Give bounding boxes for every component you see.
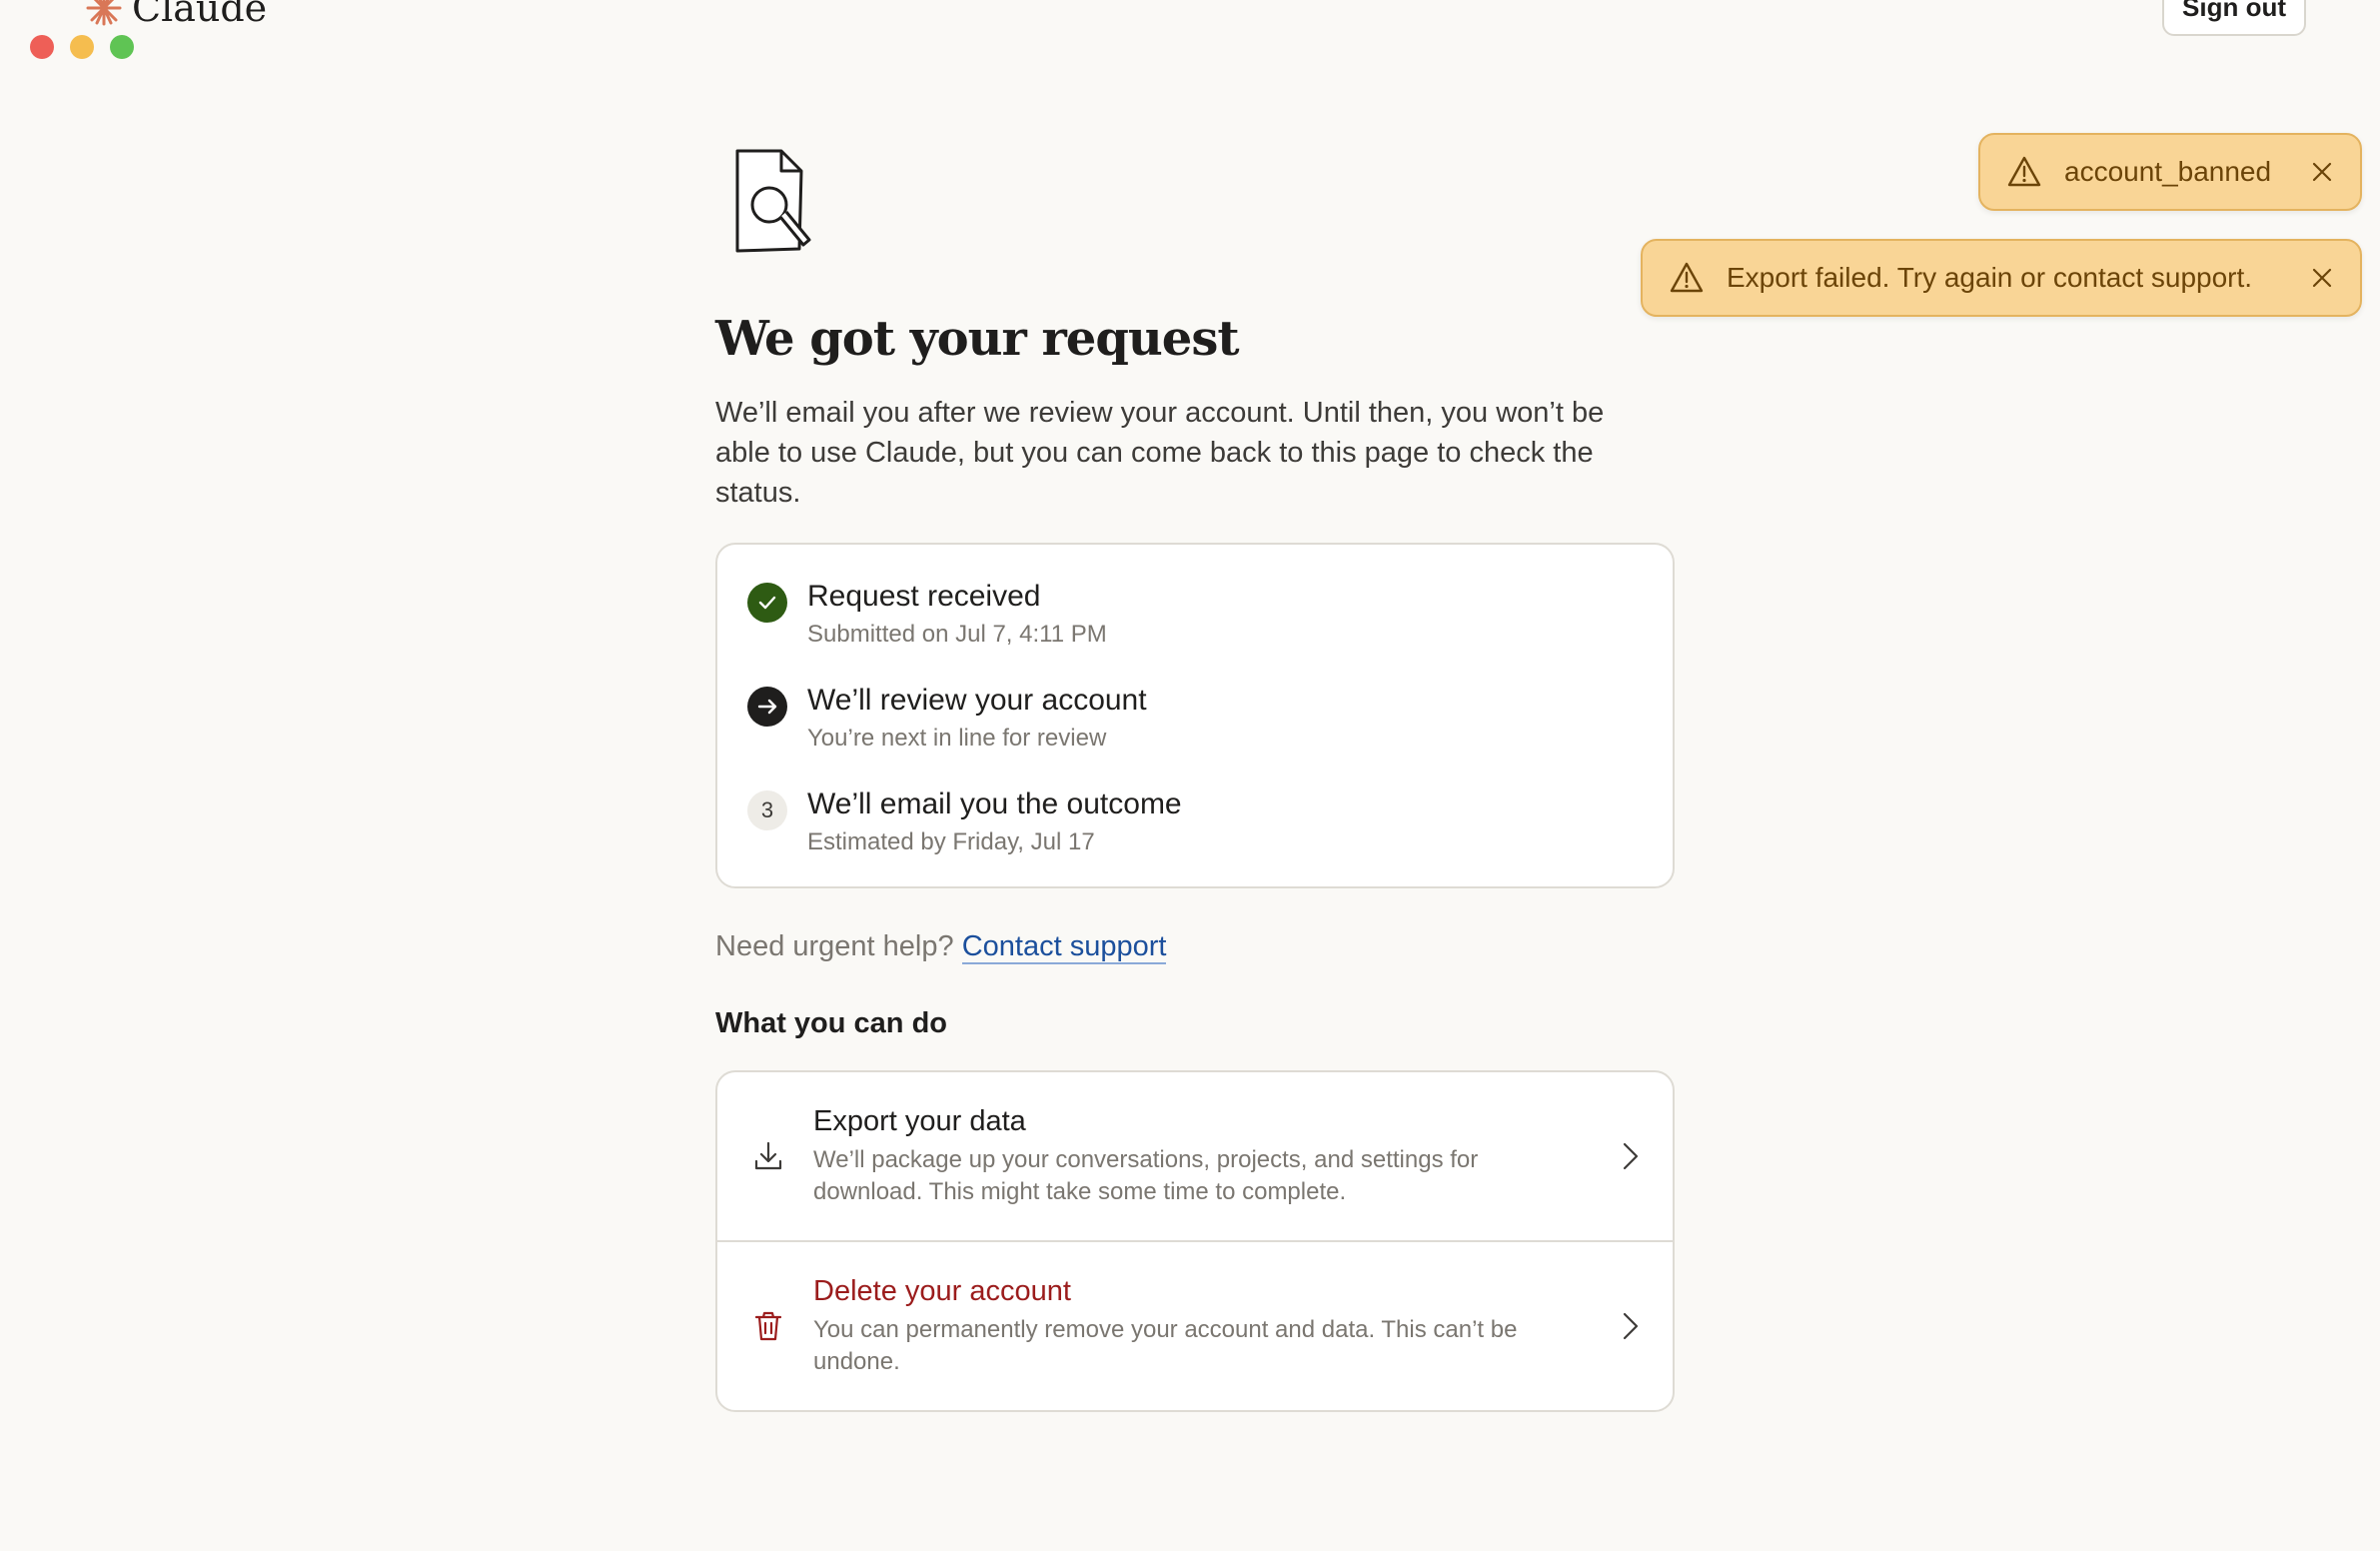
maximize-window-button[interactable]	[110, 35, 134, 59]
export-data-action[interactable]: Export your data We’ll package up your c…	[717, 1072, 1673, 1240]
window-controls	[30, 35, 134, 59]
arrow-right-icon	[747, 687, 787, 727]
brand-logo[interactable]: Claude	[84, 0, 267, 30]
sign-out-button[interactable]: Sign out	[2162, 0, 2306, 36]
step-title: We’ll email you the outcome	[807, 787, 1182, 820]
step-request-received: Request received Submitted on Jul 7, 4:1…	[747, 579, 1643, 649]
step-subtitle: Estimated by Friday, Jul 17	[807, 828, 1095, 855]
document-search-icon	[735, 149, 811, 253]
step-title: Request received	[807, 580, 1041, 613]
close-icon[interactable]	[2310, 160, 2334, 184]
toast-message: account_banned	[2064, 156, 2272, 187]
close-window-button[interactable]	[30, 35, 54, 59]
page-title: We got your request	[715, 311, 1240, 367]
action-title: Export your data	[813, 1104, 1026, 1137]
action-description: You can permanently remove your account …	[813, 1315, 1518, 1375]
help-prefix: Need urgent help?	[715, 930, 954, 962]
step-subtitle: You’re next in line for review	[807, 725, 1107, 752]
chevron-right-icon	[1623, 1312, 1639, 1340]
status-steps-card: Request received Submitted on Jul 7, 4:1…	[715, 543, 1675, 888]
minimize-window-button[interactable]	[70, 35, 94, 59]
warning-icon	[2007, 156, 2041, 187]
main-content: We got your request We’ll email you afte…	[715, 145, 1675, 1412]
delete-account-action[interactable]: Delete your account You can permanently …	[717, 1240, 1673, 1410]
action-description: We’ll package up your conversations, pro…	[813, 1145, 1479, 1205]
checkmark-icon	[747, 583, 787, 623]
contact-support-link[interactable]: Contact support	[961, 930, 1167, 964]
help-text: Need urgent help? Contact support	[715, 930, 1675, 964]
step-review-account: We’ll review your account You’re next in…	[747, 683, 1643, 753]
step-title: We’ll review your account	[807, 684, 1147, 717]
actions-card: Export your data We’ll package up your c…	[715, 1070, 1675, 1412]
action-title: Delete your account	[813, 1274, 1071, 1307]
step-subtitle: Submitted on Jul 7, 4:11 PM	[807, 621, 1107, 648]
toast-export-failed: Export failed. Try again or contact supp…	[1641, 239, 2362, 317]
claude-starburst-icon	[86, 0, 122, 26]
toast-message: Export failed. Try again or contact supp…	[1727, 262, 2253, 293]
download-icon	[754, 1141, 782, 1170]
step-email-outcome: 3 We’ll email you the outcome Estimated …	[747, 786, 1643, 856]
trash-icon	[754, 1311, 782, 1341]
section-title: What you can do	[715, 1007, 947, 1039]
step-number-badge: 3	[747, 790, 787, 830]
page-description: We’ll email you after we review your acc…	[715, 397, 1605, 509]
brand-name: Claude	[132, 0, 268, 30]
close-icon[interactable]	[2310, 266, 2334, 290]
toast-account-banned: account_banned	[1978, 133, 2362, 211]
chevron-right-icon	[1623, 1142, 1639, 1170]
